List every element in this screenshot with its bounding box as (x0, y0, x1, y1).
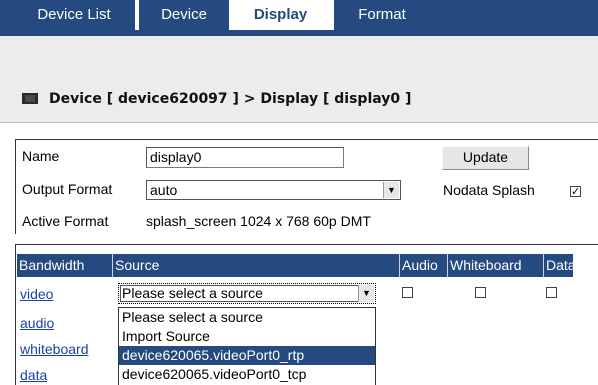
tab-bar-edge (0, 0, 13, 30)
bandwidth-link-whiteboard[interactable]: whiteboard (20, 341, 89, 357)
source-option-highlighted[interactable]: device620065.videoPort0_rtp (119, 346, 375, 365)
breadcrumb-band (0, 36, 598, 123)
display-icon (22, 93, 38, 104)
tab-format[interactable]: Format (332, 0, 430, 30)
output-format-label: Output Format (22, 181, 113, 197)
header-source: Source (113, 254, 400, 277)
tab-bar-fill (430, 0, 598, 30)
bandwidth-link-data[interactable]: data (20, 367, 47, 383)
whiteboard-checkbox[interactable] (475, 287, 486, 298)
bandwidth-link-audio[interactable]: audio (20, 315, 54, 331)
header-audio: Audio (400, 254, 448, 277)
active-format-value: splash_screen 1024 x 768 60p DMT (146, 213, 371, 229)
header-data: Data (546, 257, 576, 273)
output-format-value: auto (150, 182, 178, 198)
source-select[interactable]: Please select a source ▼ (118, 283, 376, 304)
header-whiteboard: Whiteboard (448, 254, 544, 277)
chevron-down-icon[interactable]: ▼ (383, 182, 399, 198)
source-select-value: Please select a source (122, 285, 263, 301)
source-option[interactable]: Please select a source (119, 308, 375, 327)
chevron-down-icon[interactable]: ▼ (358, 285, 374, 302)
data-checkbox[interactable] (546, 287, 557, 298)
output-format-select[interactable]: auto ▼ (146, 180, 401, 200)
tab-device-list[interactable]: Device List (13, 0, 135, 30)
tab-display[interactable]: Display (229, 0, 332, 30)
tab-device[interactable]: Device (137, 0, 229, 30)
update-button[interactable]: Update (442, 146, 529, 170)
active-format-label: Active Format (22, 213, 109, 229)
table-header: Bandwidth Source Audio Whiteboard Data (17, 254, 576, 277)
tab-bar: Device List Device Display Format (0, 0, 598, 36)
source-option[interactable]: device620065.videoPort0_tcp (119, 365, 375, 384)
nodata-splash-checkbox[interactable]: ✓ (570, 186, 581, 197)
source-dropdown-list[interactable]: Please select a source Import Source dev… (118, 307, 376, 385)
breadcrumb: Device [ device620097 ] > Display [ disp… (49, 91, 412, 107)
audio-checkbox[interactable] (402, 287, 413, 298)
bandwidth-link-video[interactable]: video (20, 286, 53, 302)
name-label: Name (22, 148, 60, 164)
header-bandwidth: Bandwidth (17, 254, 113, 277)
nodata-splash-label: Nodata Splash (443, 182, 535, 198)
source-option[interactable]: Import Source (119, 327, 375, 346)
name-input[interactable]: display0 (146, 147, 344, 168)
